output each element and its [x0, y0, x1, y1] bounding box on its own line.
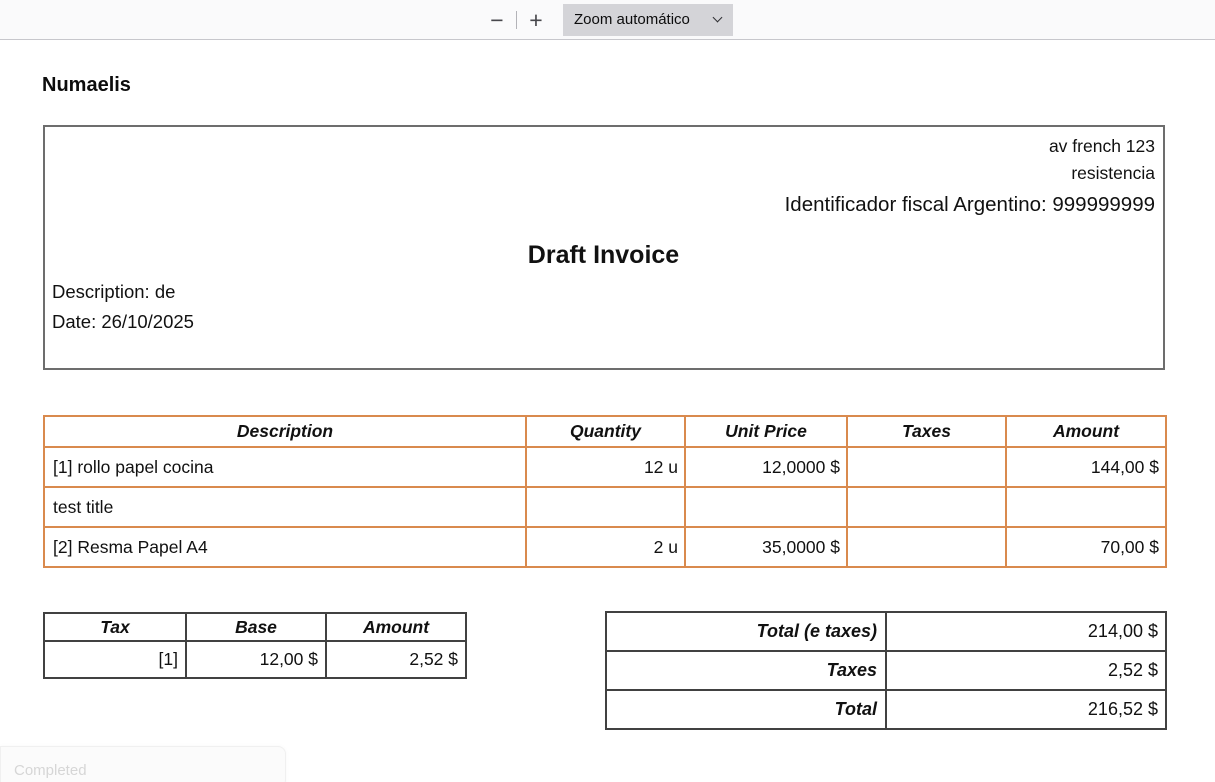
line-taxes	[847, 527, 1006, 567]
table-row: Total 216,52 $	[606, 690, 1166, 729]
line-unit-price: 35,0000 $	[685, 527, 847, 567]
total-label: Total	[606, 690, 886, 729]
line-description: [1] rollo papel cocina	[44, 447, 526, 487]
zoom-select-value: Zoom automático	[574, 11, 690, 28]
chevron-down-icon	[713, 13, 723, 23]
table-row: Taxes 2,52 $	[606, 651, 1166, 690]
line-amount: 144,00 $	[1006, 447, 1166, 487]
address-line-1: av french 123	[52, 133, 1155, 160]
tax-header-row: Tax Base Amount	[44, 613, 466, 641]
total-value: 216,52 $	[886, 690, 1166, 729]
company-name: Numaelis	[42, 74, 131, 97]
pdf-toolbar: − + Zoom automático	[0, 0, 1215, 40]
table-row: Total (e taxes) 214,00 $	[606, 612, 1166, 651]
line-description: test title	[44, 487, 526, 527]
toolbar-separator	[516, 11, 517, 29]
lines-header-taxes: Taxes	[847, 416, 1006, 447]
line-unit-price	[685, 487, 847, 527]
invoice-description-line: Description: de	[52, 277, 1155, 307]
lines-header-description: Description	[44, 416, 526, 447]
taxes-label: Taxes	[606, 651, 886, 690]
invoice-title: Draft Invoice	[52, 233, 1155, 277]
table-row: [1] 12,00 $ 2,52 $	[44, 641, 466, 678]
tax-cell-base: 12,00 $	[186, 641, 326, 678]
line-taxes	[847, 447, 1006, 487]
lines-header-amount: Amount	[1006, 416, 1166, 447]
toolbar-zoom-controls: − + Zoom automático	[482, 4, 733, 36]
line-quantity: 12 u	[526, 447, 685, 487]
totals-table: Total (e taxes) 214,00 $ Taxes 2,52 $ To…	[605, 611, 1167, 730]
tax-summary-table: Tax Base Amount [1] 12,00 $ 2,52 $	[43, 612, 467, 679]
line-quantity: 2 u	[526, 527, 685, 567]
line-quantity	[526, 487, 685, 527]
lines-header-row: Description Quantity Unit Price Taxes Am…	[44, 416, 1166, 447]
zoom-in-button[interactable]: +	[521, 4, 551, 36]
address-line-2: resistencia	[52, 160, 1155, 187]
taxes-value: 2,52 $	[886, 651, 1166, 690]
line-amount: 70,00 $	[1006, 527, 1166, 567]
invoice-date-line: Date: 26/10/2025	[52, 307, 1155, 337]
toast-notification: Completed	[0, 746, 286, 782]
zoom-out-button[interactable]: −	[482, 4, 512, 36]
line-taxes	[847, 487, 1006, 527]
tax-header-tax: Tax	[44, 613, 186, 641]
line-unit-price: 12,0000 $	[685, 447, 847, 487]
line-amount	[1006, 487, 1166, 527]
lines-header-quantity: Quantity	[526, 416, 685, 447]
total-untaxed-label: Total (e taxes)	[606, 612, 886, 651]
total-untaxed-value: 214,00 $	[886, 612, 1166, 651]
invoice-lines-table: Description Quantity Unit Price Taxes Am…	[43, 415, 1167, 568]
invoice-header-box: av french 123 resistencia Identificador …	[43, 125, 1165, 370]
tax-cell-amount: 2,52 $	[326, 641, 466, 678]
tax-header-amount: Amount	[326, 613, 466, 641]
table-row: test title	[44, 487, 1166, 527]
table-row: [1] rollo papel cocina 12 u 12,0000 $ 14…	[44, 447, 1166, 487]
line-description: [2] Resma Papel A4	[44, 527, 526, 567]
toast-text: Completed	[14, 762, 87, 779]
tax-id-line: Identificador fiscal Argentino: 99999999…	[52, 188, 1155, 222]
tax-cell-tax: [1]	[44, 641, 186, 678]
tax-header-base: Base	[186, 613, 326, 641]
lines-header-unit-price: Unit Price	[685, 416, 847, 447]
zoom-select[interactable]: Zoom automático	[563, 4, 733, 36]
table-row: [2] Resma Papel A4 2 u 35,0000 $ 70,00 $	[44, 527, 1166, 567]
